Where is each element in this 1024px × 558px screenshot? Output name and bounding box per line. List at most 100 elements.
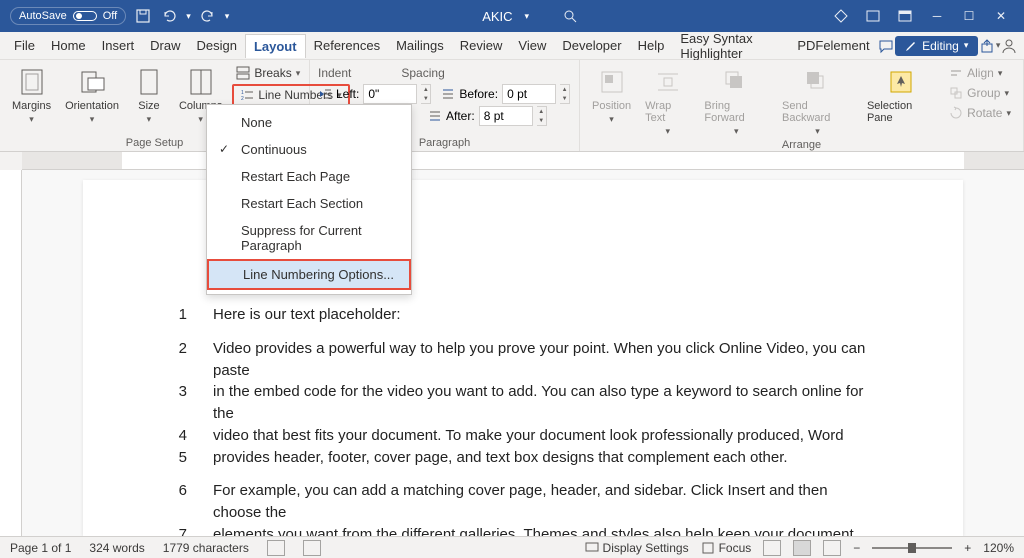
web-layout-icon[interactable] <box>823 540 841 556</box>
text-line: 6For example, you can add a matching cov… <box>173 480 873 524</box>
send-backward-button: Send Backward▾ <box>778 64 857 139</box>
char-count[interactable]: 1779 characters <box>163 541 249 555</box>
line-numbers-dropdown: None Continuous Restart Each Page Restar… <box>206 104 412 295</box>
line-number: 2 <box>173 338 187 382</box>
group-arrange: Position▾ Wrap Text▾ Bring Forward▾ Send… <box>580 60 1024 151</box>
redo-icon[interactable] <box>199 7 217 25</box>
tab-view[interactable]: View <box>510 34 554 57</box>
tab-design[interactable]: Design <box>189 34 245 57</box>
line-number: 5 <box>173 447 187 469</box>
line-text[interactable]: Video provides a powerful way to help yo… <box>213 338 873 382</box>
dd-none[interactable]: None <box>207 109 411 136</box>
search-icon[interactable] <box>561 7 579 25</box>
spinner[interactable]: ▲▼ <box>537 106 547 126</box>
horizontal-ruler[interactable] <box>0 152 1024 170</box>
size-button[interactable]: Size ▾ <box>129 64 169 127</box>
rotate-label: Rotate <box>967 106 1002 120</box>
autosave-label: AutoSave <box>19 10 67 22</box>
align-icon <box>949 66 963 80</box>
read-mode-icon[interactable] <box>763 540 781 556</box>
indent-left-input[interactable] <box>363 84 417 104</box>
spinner[interactable]: ▲▼ <box>421 84 431 104</box>
group-button: Group▾ <box>945 84 1015 102</box>
tab-file[interactable]: File <box>6 34 43 57</box>
menubar: File Home Insert Draw Design Layout Refe… <box>0 32 1024 60</box>
line-text[interactable]: in the embed code for the video you want… <box>213 381 873 425</box>
line-text[interactable]: elements you want from the different gal… <box>213 524 873 536</box>
tab-syntax[interactable]: Easy Syntax Highlighter <box>672 27 789 65</box>
dd-restart-page[interactable]: Restart Each Page <box>207 163 411 190</box>
line-text[interactable]: For example, you can add a matching cove… <box>213 480 873 524</box>
undo-icon[interactable] <box>160 7 178 25</box>
orientation-button[interactable]: Orientation ▾ <box>61 64 123 127</box>
chevron-down-icon[interactable]: ▾ <box>525 11 530 22</box>
ribbon: Margins ▾ Orientation ▾ Size ▾ Columns ▾ <box>0 60 1024 152</box>
focus-button[interactable]: Focus <box>701 541 752 555</box>
text-line: 4video that best fits your document. To … <box>173 425 873 447</box>
close-icon[interactable]: ✕ <box>992 7 1010 25</box>
dd-continuous[interactable]: Continuous <box>207 136 411 163</box>
align-button: Align▾ <box>945 64 1015 82</box>
tab-references[interactable]: References <box>306 34 388 57</box>
tab-layout[interactable]: Layout <box>245 34 306 58</box>
line-text[interactable]: video that best fits your document. To m… <box>213 425 873 447</box>
save-icon[interactable] <box>134 7 152 25</box>
position-icon <box>596 66 628 98</box>
spacing-before-input[interactable] <box>502 84 556 104</box>
dd-restart-section[interactable]: Restart Each Section <box>207 190 411 217</box>
tab-help[interactable]: Help <box>630 34 673 57</box>
group-icon <box>949 86 963 100</box>
doc-title: AKIC <box>482 9 512 24</box>
tab-mailings[interactable]: Mailings <box>388 34 452 57</box>
zoom-slider[interactable] <box>872 547 952 549</box>
page-status[interactable]: Page 1 of 1 <box>10 541 71 555</box>
line-text[interactable]: provides header, footer, cover page, and… <box>213 447 873 469</box>
user-icon[interactable] <box>1000 34 1018 58</box>
coming-soon-icon[interactable] <box>864 7 882 25</box>
maximize-icon[interactable]: ☐ <box>960 7 978 25</box>
text-line: 7elements you want from the different ga… <box>173 524 873 536</box>
send-label: Send Backward <box>782 100 853 124</box>
word-count[interactable]: 324 words <box>89 541 144 555</box>
tab-pdf[interactable]: PDFelement <box>789 34 877 57</box>
rotate-icon <box>949 106 963 120</box>
editing-mode-button[interactable]: Editing ▾ <box>895 36 978 56</box>
spacing-after-input[interactable] <box>479 106 533 126</box>
display-settings-icon[interactable]: Display Settings <box>585 541 689 555</box>
accessibility-icon[interactable] <box>303 540 321 556</box>
dd-options[interactable]: Line Numbering Options... <box>207 259 411 290</box>
dd-suppress[interactable]: Suppress for Current Paragraph <box>207 217 411 259</box>
line-number: 1 <box>173 304 187 326</box>
tab-home[interactable]: Home <box>43 34 94 57</box>
minimize-icon[interactable]: ─ <box>928 7 946 25</box>
zoom-out-icon[interactable]: − <box>853 541 860 555</box>
orientation-label: Orientation <box>65 100 119 112</box>
columns-icon <box>185 66 217 98</box>
zoom-in-icon[interactable]: + <box>964 541 971 555</box>
breaks-label: Breaks <box>254 66 291 80</box>
tab-draw[interactable]: Draw <box>142 34 188 57</box>
comments-icon[interactable] <box>878 34 896 58</box>
print-layout-icon[interactable] <box>793 540 811 556</box>
chevron-down-icon[interactable]: ▾ <box>186 11 191 22</box>
spinner[interactable]: ▲▼ <box>560 84 570 104</box>
spacing-before-icon <box>441 87 455 101</box>
margins-button[interactable]: Margins ▾ <box>8 64 55 127</box>
share-icon[interactable] <box>978 34 996 58</box>
spellcheck-icon[interactable] <box>267 540 285 556</box>
pencil-icon <box>905 40 917 52</box>
indent-left-icon <box>318 87 332 101</box>
vertical-ruler[interactable] <box>0 170 22 536</box>
tab-insert[interactable]: Insert <box>94 34 143 57</box>
selection-pane-button[interactable]: Selection Pane <box>863 64 939 126</box>
tab-review[interactable]: Review <box>452 34 511 57</box>
zoom-value[interactable]: 120% <box>983 541 1014 555</box>
autosave-toggle[interactable]: AutoSave Off <box>10 7 126 25</box>
send-backward-icon <box>801 66 833 98</box>
toggle-off-icon <box>73 11 97 21</box>
diamond-icon[interactable] <box>832 7 850 25</box>
selection-pane-icon <box>885 66 917 98</box>
tab-developer[interactable]: Developer <box>554 34 629 57</box>
line-text[interactable]: Here is our text placeholder: <box>213 304 873 326</box>
ribbon-display-icon[interactable] <box>896 7 914 25</box>
